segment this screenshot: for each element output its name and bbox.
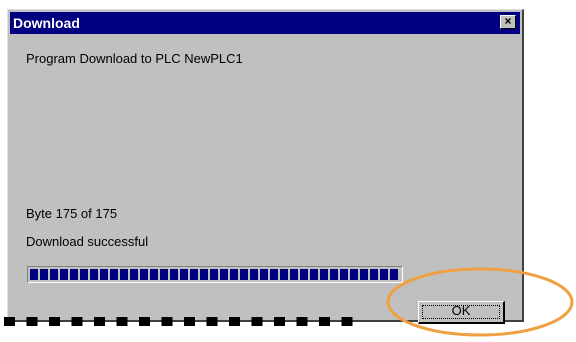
screenshot-stage: Download × Program Download to PLC NewPL… xyxy=(0,0,576,342)
highlight-ellipse xyxy=(386,267,574,337)
